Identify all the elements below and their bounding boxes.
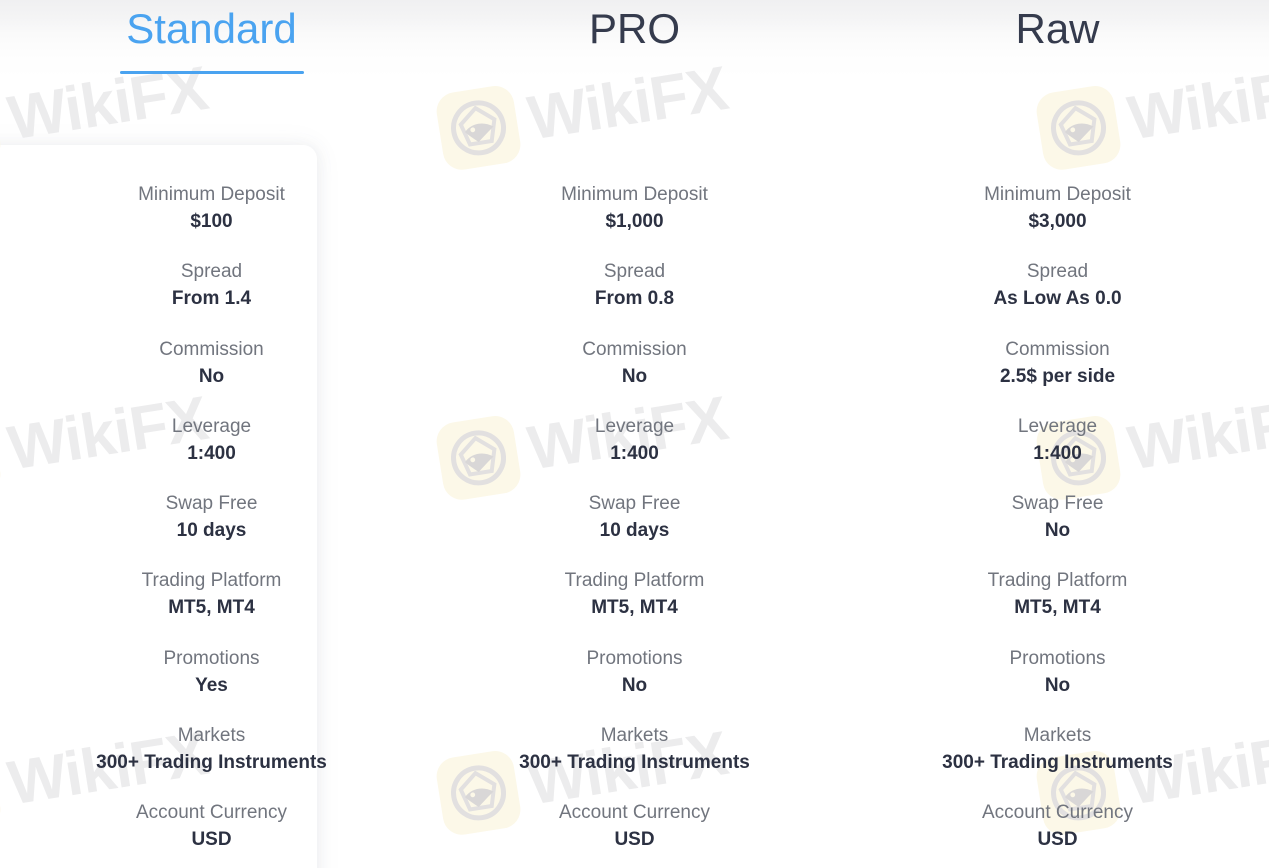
spec-value: No xyxy=(1044,520,1071,541)
spec-value: $1,000 xyxy=(605,211,664,232)
spec-row-trading-platform: Trading Platform MT5, MT4 xyxy=(423,568,846,622)
spec-value: 10 days xyxy=(599,520,670,541)
account-column-raw: Minimum Deposit $3,000 Spread As Low As … xyxy=(846,0,1269,868)
spec-label: Leverage xyxy=(594,416,675,437)
tab-label: Raw xyxy=(1015,5,1100,52)
spec-value: $100 xyxy=(190,211,233,232)
spec-value: USD xyxy=(191,829,232,850)
spec-label: Spread xyxy=(1026,261,1089,282)
spec-row-minimum-deposit: Minimum Deposit $3,000 xyxy=(846,182,1269,236)
tab-active-underline xyxy=(119,71,304,74)
spec-label: Account Currency xyxy=(558,802,710,823)
tab-label: PRO xyxy=(588,5,680,52)
spec-row-swap-free: Swap Free 10 days xyxy=(423,491,846,545)
spec-value: 300+ Trading Instruments xyxy=(942,752,1173,773)
tab-active-underline xyxy=(966,71,1150,74)
spec-value: No xyxy=(621,366,648,387)
spec-row-trading-platform: Trading Platform MT5, MT4 xyxy=(846,568,1269,622)
spec-row-leverage: Leverage 1:400 xyxy=(0,414,423,468)
tab-standard[interactable]: Standard xyxy=(0,0,423,100)
spec-label: Trading Platform xyxy=(564,570,705,591)
spec-row-promotions: Promotions Yes xyxy=(0,646,423,700)
spec-label: Markets xyxy=(600,725,669,746)
spec-label: Spread xyxy=(180,261,243,282)
spec-row-swap-free: Swap Free No xyxy=(846,491,1269,545)
spec-row-swap-free: Swap Free 10 days xyxy=(0,491,423,545)
spec-row-spread: Spread From 1.4 xyxy=(0,259,423,313)
spec-row-account-currency: Account Currency USD xyxy=(423,800,846,854)
spec-label: Markets xyxy=(1023,725,1092,746)
spec-value: 1:400 xyxy=(1033,443,1082,464)
spec-label: Commission xyxy=(159,339,264,360)
account-column-pro: Minimum Deposit $1,000 Spread From 0.8 C… xyxy=(423,0,846,868)
account-comparison-columns: Minimum Deposit $100 Spread From 1.4 Com… xyxy=(0,0,1269,868)
account-type-tabs[interactable]: Standard PRO Raw xyxy=(0,0,1269,100)
spec-label: Swap Free xyxy=(165,493,258,514)
spec-label: Swap Free xyxy=(1011,493,1104,514)
spec-value: $3,000 xyxy=(1028,211,1087,232)
tab-active-underline xyxy=(543,71,727,74)
spec-row-commission: Commission 2.5$ per side xyxy=(846,337,1269,391)
spec-row-markets: Markets 300+ Trading Instruments xyxy=(846,723,1269,777)
spec-value: As Low As 0.0 xyxy=(993,288,1122,309)
tab-raw[interactable]: Raw xyxy=(846,0,1269,100)
tab-label: Standard xyxy=(126,5,297,52)
spec-label: Leverage xyxy=(1017,416,1098,437)
spec-label: Commission xyxy=(582,339,687,360)
spec-row-promotions: Promotions No xyxy=(846,646,1269,700)
spec-label: Swap Free xyxy=(588,493,681,514)
spec-row-spread: Spread As Low As 0.0 xyxy=(846,259,1269,313)
spec-label: Minimum Deposit xyxy=(138,184,285,205)
spec-label: Promotions xyxy=(586,648,683,669)
tab-pro[interactable]: PRO xyxy=(423,0,846,100)
spec-label: Markets xyxy=(177,725,246,746)
spec-row-promotions: Promotions No xyxy=(423,646,846,700)
spec-value: USD xyxy=(1037,829,1078,850)
spec-label: Leverage xyxy=(171,416,252,437)
spec-label: Minimum Deposit xyxy=(561,184,708,205)
spec-value: Yes xyxy=(195,675,228,696)
page-background: WikiFX WikiFX WikiFX WikiFX WikiFX WikiF… xyxy=(0,0,1269,868)
spec-label: Account Currency xyxy=(981,802,1133,823)
spec-value: No xyxy=(1044,675,1071,696)
spec-label: Promotions xyxy=(163,648,260,669)
spec-label: Promotions xyxy=(1009,648,1106,669)
spec-label: Trading Platform xyxy=(141,570,282,591)
spec-value: 2.5$ per side xyxy=(999,366,1116,387)
spec-row-commission: Commission No xyxy=(0,337,423,391)
spec-row-spread: Spread From 0.8 xyxy=(423,259,846,313)
spec-row-trading-platform: Trading Platform MT5, MT4 xyxy=(0,568,423,622)
spec-value: USD xyxy=(614,829,655,850)
spec-value: From 1.4 xyxy=(171,288,252,309)
spec-value: No xyxy=(621,675,648,696)
spec-row-markets: Markets 300+ Trading Instruments xyxy=(0,723,423,777)
spec-value: 10 days xyxy=(176,520,247,541)
spec-value: MT5, MT4 xyxy=(168,597,255,618)
spec-value: 300+ Trading Instruments xyxy=(96,752,327,773)
account-column-standard: Minimum Deposit $100 Spread From 1.4 Com… xyxy=(0,0,423,868)
spec-value: No xyxy=(198,366,225,387)
spec-label: Account Currency xyxy=(135,802,287,823)
spec-value: 300+ Trading Instruments xyxy=(519,752,750,773)
spec-row-leverage: Leverage 1:400 xyxy=(423,414,846,468)
spec-value: 1:400 xyxy=(610,443,659,464)
spec-row-minimum-deposit: Minimum Deposit $1,000 xyxy=(423,182,846,236)
spec-value: MT5, MT4 xyxy=(1014,597,1101,618)
spec-value: MT5, MT4 xyxy=(591,597,678,618)
spec-row-account-currency: Account Currency USD xyxy=(846,800,1269,854)
spec-label: Commission xyxy=(1005,339,1110,360)
spec-row-account-currency: Account Currency USD xyxy=(0,800,423,854)
spec-row-markets: Markets 300+ Trading Instruments xyxy=(423,723,846,777)
spec-row-minimum-deposit: Minimum Deposit $100 xyxy=(0,182,423,236)
spec-value: From 0.8 xyxy=(594,288,675,309)
spec-label: Trading Platform xyxy=(987,570,1128,591)
spec-row-leverage: Leverage 1:400 xyxy=(846,414,1269,468)
spec-row-commission: Commission No xyxy=(423,337,846,391)
spec-label: Minimum Deposit xyxy=(984,184,1131,205)
spec-value: 1:400 xyxy=(187,443,236,464)
spec-label: Spread xyxy=(603,261,666,282)
